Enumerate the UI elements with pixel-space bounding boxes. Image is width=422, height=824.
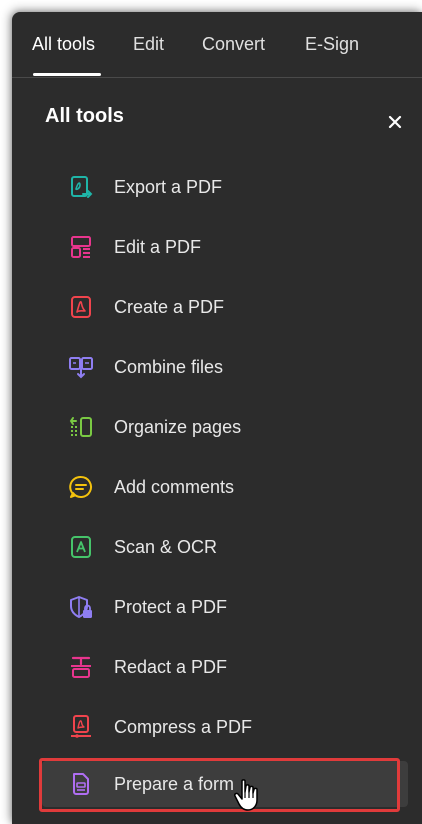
screenshot-frame: All tools Edit Convert E-Sign All tools …: [0, 0, 422, 824]
combine-files-icon: [69, 357, 93, 379]
tool-create-pdf[interactable]: Create a PDF: [42, 284, 408, 330]
export-pdf-icon: [71, 176, 93, 198]
add-comments-icon: [69, 475, 92, 498]
close-button[interactable]: [384, 111, 406, 133]
tool-label: Edit a PDF: [114, 237, 202, 257]
tool-edit-pdf[interactable]: Edit a PDF: [42, 224, 408, 270]
tool-label: Organize pages: [114, 417, 242, 437]
tool-label: Scan & OCR: [114, 537, 218, 557]
tool-label: Protect a PDF: [114, 597, 228, 617]
tool-label: Add comments: [114, 477, 235, 497]
protect-pdf-icon: [70, 596, 92, 618]
tab-all-tools[interactable]: All tools: [32, 34, 95, 55]
tool-redact-pdf[interactable]: Redact a PDF: [42, 644, 408, 690]
tool-label: Combine files: [114, 357, 224, 377]
tool-export-pdf[interactable]: Export a PDF: [42, 164, 408, 210]
tool-protect-pdf[interactable]: Protect a PDF: [42, 584, 408, 630]
redact-pdf-icon: [71, 656, 91, 678]
tool-add-comments[interactable]: Add comments: [42, 464, 408, 510]
close-icon: [388, 115, 402, 129]
all-tools-panel: All tools Edit Convert E-Sign All tools …: [12, 12, 422, 824]
top-tab-bar: All tools Edit Convert E-Sign: [12, 12, 422, 78]
tool-label: Export a PDF: [114, 177, 223, 197]
scan-ocr-icon: [71, 536, 91, 558]
hand-pointer-cursor-icon: [234, 779, 258, 811]
tool-label: Redact a PDF: [114, 657, 228, 677]
panel-title: All tools: [45, 105, 124, 127]
tool-combine-files[interactable]: Combine files: [42, 344, 408, 390]
tool-compress-pdf[interactable]: Compress a PDF: [42, 704, 408, 750]
tab-e-sign[interactable]: E-Sign: [305, 34, 359, 55]
tab-convert[interactable]: Convert: [202, 34, 265, 55]
edit-pdf-icon: [71, 236, 91, 258]
tool-scan-ocr[interactable]: Scan & OCR: [42, 524, 408, 570]
create-pdf-icon: [71, 296, 91, 318]
tool-label: Create a PDF: [114, 297, 225, 317]
tab-edit[interactable]: Edit: [133, 34, 164, 55]
tool-organize-pages[interactable]: Organize pages: [42, 404, 408, 450]
tool-label: Compress a PDF: [114, 717, 253, 737]
highlight-annotation-box: [39, 758, 400, 812]
active-tab-indicator: [33, 73, 101, 76]
compress-pdf-icon: [71, 715, 91, 738]
organize-pages-icon: [69, 417, 92, 437]
